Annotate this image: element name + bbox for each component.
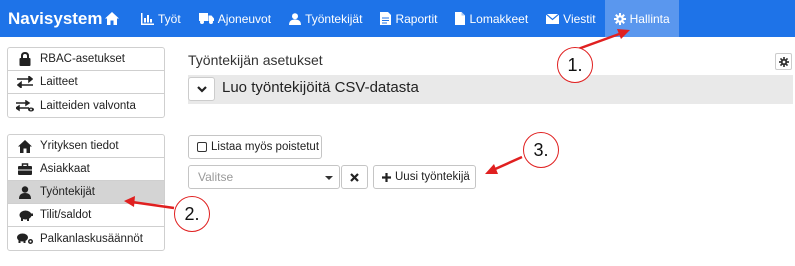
annotation-arrow-1 <box>577 29 630 51</box>
annotation-step-1: 1. <box>557 47 593 83</box>
annotation-step-3: 3. <box>523 132 559 168</box>
annotation-step-2: 2. <box>174 196 210 232</box>
annotation-arrow-3 <box>485 155 523 174</box>
annotation-arrows <box>124 29 630 210</box>
annotation-arrow-2 <box>124 196 175 210</box>
